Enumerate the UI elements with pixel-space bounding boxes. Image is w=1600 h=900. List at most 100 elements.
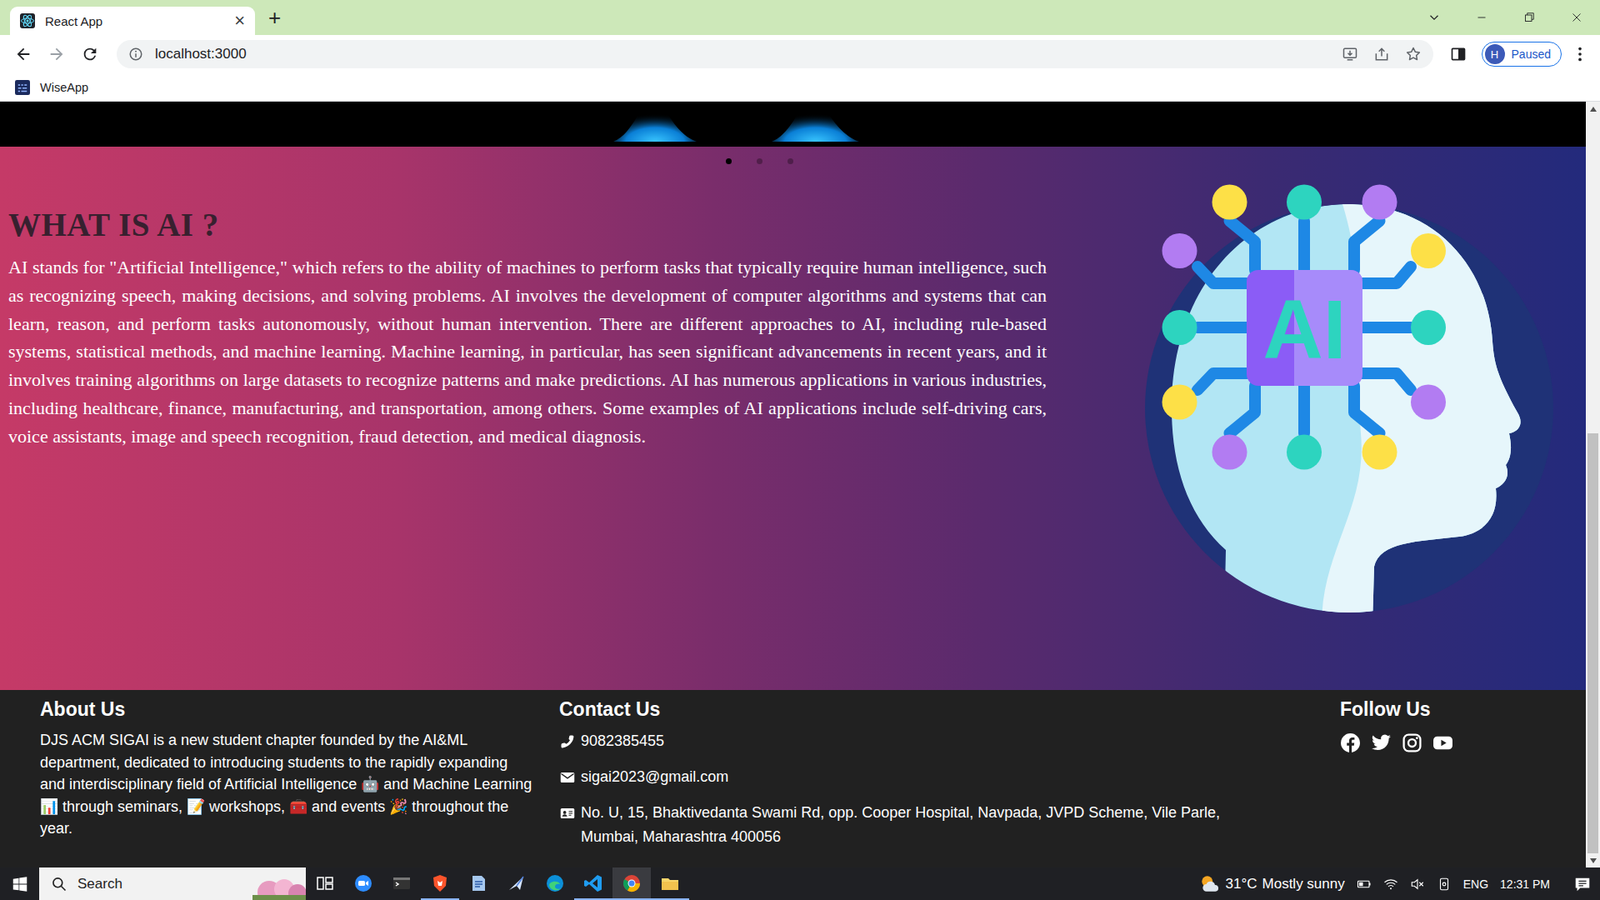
- input-language[interactable]: ENG: [1463, 877, 1489, 891]
- what-is-ai-section: WHAT IS AI ?AI stands for "Artificial In…: [0, 146, 1586, 690]
- section-image: AI: [1046, 180, 1586, 613]
- scroll-thumb[interactable]: [1587, 433, 1599, 854]
- tab-strip: React App× +: [0, 0, 1600, 35]
- facebook-icon[interactable]: [1340, 732, 1361, 754]
- vscode-icon: [583, 873, 604, 894]
- about-text: DJS ACM SIGAI is a new student chapter f…: [40, 729, 534, 840]
- reload-button[interactable]: [75, 39, 105, 70]
- brave-icon: [430, 873, 450, 894]
- carousel-picture: [580, 101, 914, 147]
- react-icon: [20, 13, 35, 29]
- contact-heading: Contact Us: [559, 697, 1340, 721]
- taskbar-app[interactable]: [459, 867, 498, 900]
- taskbar-app[interactable]: [535, 867, 575, 900]
- phone-icon: [559, 734, 576, 750]
- minimize-icon: [1474, 10, 1490, 25]
- side-panel-icon: [1450, 45, 1467, 63]
- back-button[interactable]: [8, 39, 39, 70]
- system-tray: 31°CMostly sunny ENG 12:31 PM: [1199, 867, 1600, 900]
- search-icon: [50, 875, 68, 893]
- carousel-dot[interactable]: [756, 158, 763, 165]
- clock[interactable]: 12:31 PM: [1500, 877, 1550, 891]
- taskbar-app[interactable]: [650, 867, 690, 900]
- scrollbar[interactable]: [1585, 101, 1600, 868]
- twitter-icon[interactable]: [1370, 732, 1392, 754]
- taskbar-app[interactable]: [574, 867, 613, 900]
- wifi-icon[interactable]: [1383, 876, 1399, 892]
- instagram-icon[interactable]: [1401, 732, 1423, 754]
- contact-item[interactable]: sigai2023@gmail.com: [559, 765, 1340, 790]
- address-bar[interactable]: localhost:3000: [116, 40, 1434, 69]
- new-tab-button[interactable]: +: [268, 6, 281, 29]
- taskbar-app[interactable]: [344, 867, 383, 900]
- search-placeholder[interactable]: Search: [77, 875, 123, 893]
- terminal-icon: [391, 873, 412, 894]
- forward-button[interactable]: [41, 39, 72, 70]
- battery-icon[interactable]: [1356, 876, 1372, 892]
- weather-widget[interactable]: 31°CMostly sunny: [1199, 873, 1345, 895]
- side-panel-button[interactable]: [1443, 39, 1474, 70]
- volume-muted-icon[interactable]: [1410, 876, 1425, 892]
- illustration-label: AI: [1263, 282, 1347, 376]
- device-icon[interactable]: [1436, 876, 1452, 892]
- contact-text[interactable]: 9082385455: [580, 729, 665, 754]
- taskbar-search[interactable]: Search: [39, 867, 306, 900]
- youtube-icon[interactable]: [1432, 732, 1454, 754]
- taskbar-app[interactable]: [420, 867, 460, 900]
- carousel-dots: [0, 146, 1586, 180]
- forward-arrow-icon: [47, 45, 66, 64]
- email-icon: [559, 770, 576, 785]
- weather-condition[interactable]: Mostly sunny: [1262, 875, 1345, 893]
- tab-search-button[interactable]: [1410, 0, 1458, 35]
- contact-item[interactable]: 9082385455: [559, 729, 1340, 754]
- follow-column: Follow Us: [1340, 697, 1586, 868]
- profile-status: Paused: [1511, 47, 1551, 61]
- web-page: WHAT IS AI ?AI stands for "Artificial In…: [0, 101, 1586, 868]
- scroll-up-button[interactable]: [1585, 101, 1600, 116]
- taskbar-app[interactable]: [382, 867, 421, 900]
- install-icon[interactable]: [1341, 45, 1359, 63]
- contact-text[interactable]: sigai2023@gmail.com: [580, 765, 729, 790]
- taskview-icon: [315, 873, 335, 894]
- kebab-menu-icon: [1570, 45, 1590, 64]
- minimize-button[interactable]: [1457, 0, 1505, 35]
- browser-tab[interactable]: React App×: [10, 6, 255, 35]
- carousel-dot[interactable]: [787, 158, 794, 165]
- bookmark[interactable]: WiseApp: [15, 80, 89, 95]
- tab-search-icon: [1426, 10, 1442, 25]
- bookmarks-bar: WiseApp: [0, 73, 1600, 102]
- close-window-button[interactable]: [1552, 0, 1600, 35]
- edge-icon: [545, 873, 565, 894]
- tab-close-button[interactable]: ×: [234, 11, 245, 30]
- taskbar-app[interactable]: [305, 867, 345, 900]
- start-button[interactable]: [0, 867, 40, 900]
- carousel-dot[interactable]: [725, 158, 732, 165]
- site-footer: About Us DJS ACM SIGAI is a new student c…: [0, 690, 1586, 868]
- menu-button[interactable]: [1565, 39, 1595, 70]
- profile-button[interactable]: HPaused: [1481, 41, 1562, 67]
- address-text[interactable]: localhost:3000: [155, 45, 247, 63]
- section-content: WHAT IS AI ?AI stands for "Artificial In…: [0, 180, 1586, 613]
- chrome-icon: [621, 873, 642, 894]
- contact-item: No. U, 15, Bhaktivedanta Swami Rd, opp. …: [559, 800, 1340, 850]
- scroll-down-button[interactable]: [1585, 853, 1600, 868]
- bookmark-label[interactable]: WiseApp: [40, 80, 89, 95]
- down-arrow-icon: [1590, 858, 1597, 864]
- taskbar-app[interactable]: [612, 867, 651, 900]
- star-icon[interactable]: [1405, 45, 1422, 63]
- info-icon[interactable]: [128, 46, 144, 62]
- about-heading: About Us: [40, 697, 560, 721]
- taskbar-app[interactable]: [497, 867, 536, 900]
- arrow-icon: [506, 873, 527, 894]
- weather-temperature[interactable]: 31°C: [1225, 875, 1258, 893]
- follow-heading: Follow Us: [1340, 697, 1586, 721]
- contact-column: Contact Us 9082385455 sigai2023@gmail.com N…: [559, 697, 1340, 868]
- notification-icon[interactable]: [1573, 875, 1592, 894]
- notes-icon: [468, 873, 489, 894]
- share-icon[interactable]: [1373, 45, 1390, 63]
- restore-button[interactable]: [1505, 0, 1553, 35]
- page-viewport: WHAT IS AI ?AI stands for "Artificial In…: [0, 101, 1600, 868]
- wiseapp-icon: [15, 80, 30, 95]
- taskbar-apps: [305, 867, 690, 900]
- restore-icon: [1521, 10, 1537, 25]
